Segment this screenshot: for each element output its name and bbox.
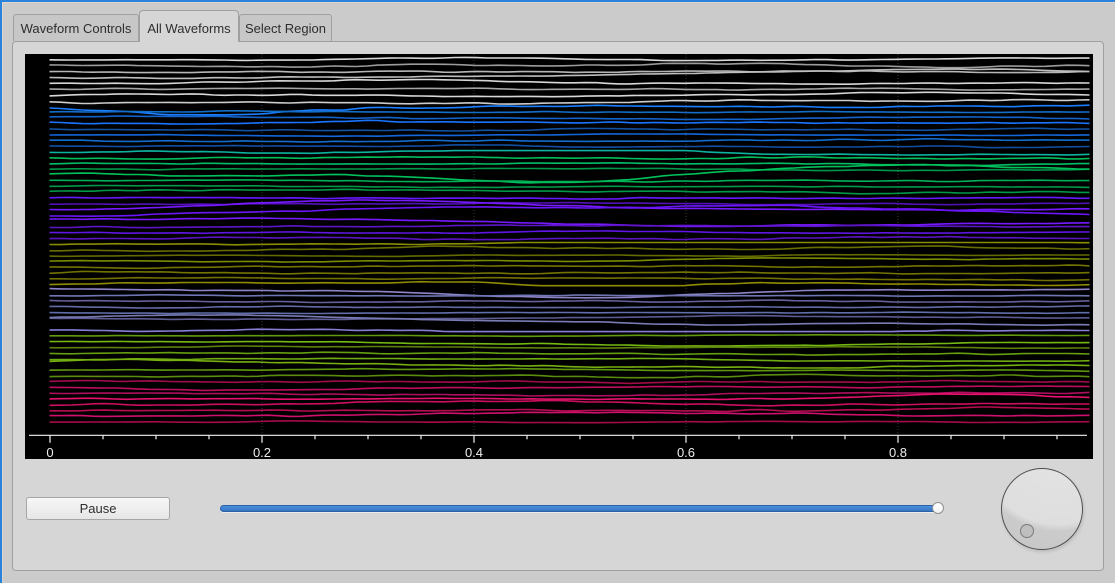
svg-text:0: 0: [46, 445, 53, 459]
svg-text:0.2: 0.2: [253, 445, 271, 459]
svg-text:0.8: 0.8: [889, 445, 907, 459]
svg-text:0.6: 0.6: [677, 445, 695, 459]
svg-text:0.4: 0.4: [465, 445, 483, 459]
